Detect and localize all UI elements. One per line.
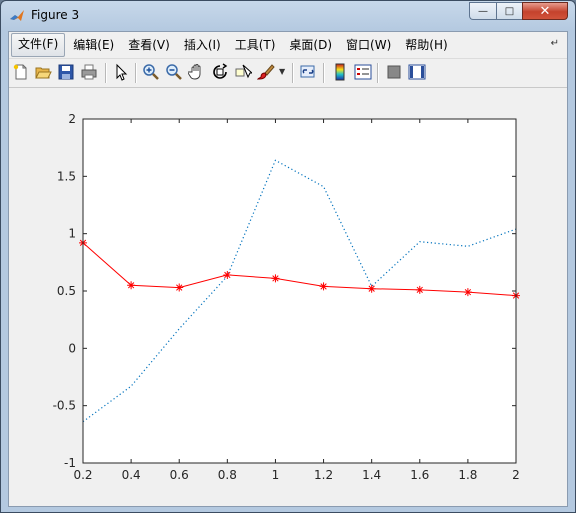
menu-desktop[interactable]: 桌面(D) bbox=[283, 34, 338, 56]
close-button[interactable]: ✕ bbox=[522, 2, 568, 20]
hide-plot-tools-icon[interactable] bbox=[385, 63, 403, 81]
y-tick-label: 0.5 bbox=[57, 284, 76, 298]
line-plot[interactable]: 0.2 0.4 0.6 0.8 1 1.2 1.4 1.6 1.8 2 -1 -0.5 0 0.5 1 1.5… bbox=[9, 88, 567, 506]
toolbar-separator bbox=[135, 63, 137, 83]
x-tick-label: 2 bbox=[512, 468, 520, 482]
pan-hand-icon[interactable] bbox=[188, 63, 206, 81]
rotate-3d-icon[interactable] bbox=[211, 63, 229, 81]
link-plot-icon[interactable] bbox=[299, 63, 317, 81]
data-cursor-icon[interactable] bbox=[234, 63, 252, 81]
toolbar-separator bbox=[105, 63, 107, 83]
show-plot-tools-icon[interactable] bbox=[408, 63, 426, 81]
pointer-icon[interactable] bbox=[112, 63, 130, 81]
y-tick-label: -1 bbox=[64, 456, 76, 470]
figure-canvas: 0.2 0.4 0.6 0.8 1 1.2 1.4 1.6 1.8 2 -1 -0.5 0 0.5 1 1.5… bbox=[9, 88, 567, 506]
x-tick-label: 0.6 bbox=[170, 468, 189, 482]
title-bar[interactable]: Figure 3 — □ ✕ bbox=[1, 1, 575, 31]
save-icon[interactable] bbox=[57, 63, 75, 81]
x-tick-label: 1.4 bbox=[362, 468, 381, 482]
y-tick-label: 1.5 bbox=[57, 169, 76, 183]
print-icon[interactable] bbox=[80, 63, 98, 81]
legend-icon[interactable] bbox=[354, 63, 372, 81]
menu-file[interactable]: 文件(F) bbox=[11, 33, 66, 57]
asterisk-marker bbox=[463, 288, 472, 297]
zoom-out-icon[interactable] bbox=[165, 63, 183, 81]
brush-dropdown-icon[interactable]: ▼ bbox=[279, 67, 285, 76]
maximize-icon: □ bbox=[504, 5, 515, 17]
zoom-in-icon[interactable] bbox=[142, 63, 160, 81]
minimize-button[interactable]: — bbox=[469, 2, 496, 20]
window-title: Figure 3 bbox=[31, 8, 80, 22]
menu-tools[interactable]: 工具(T) bbox=[229, 34, 282, 56]
new-figure-icon[interactable] bbox=[12, 63, 30, 81]
matlab-logo-icon bbox=[10, 10, 24, 21]
x-tick-label: 0.8 bbox=[218, 468, 237, 482]
menu-bar: 文件(F) 编辑(E) 查看(V) 插入(I) 工具(T) 桌面(D) 窗口(W… bbox=[9, 32, 567, 58]
x-tick-label: 0.2 bbox=[73, 468, 92, 482]
x-tick-label: 1.6 bbox=[410, 468, 429, 482]
menu-edit[interactable]: 编辑(E) bbox=[67, 34, 120, 56]
y-tick-label: -0.5 bbox=[53, 399, 76, 413]
minimize-icon: — bbox=[478, 5, 488, 17]
y-tick-label: 1 bbox=[68, 227, 76, 241]
figure-toolbar: ▼ bbox=[9, 58, 567, 88]
y-tick-label: 0 bbox=[68, 341, 76, 355]
colorbar-icon[interactable] bbox=[331, 63, 349, 81]
menu-window[interactable]: 窗口(W) bbox=[340, 34, 397, 56]
figure-window: Figure 3 — □ ✕ 文件(F) 编辑(E) 查看(V) 插入(I) 工… bbox=[0, 0, 576, 513]
menu-help[interactable]: 帮助(H) bbox=[399, 34, 453, 56]
menu-insert[interactable]: 插入(I) bbox=[178, 34, 227, 56]
maximize-button[interactable]: □ bbox=[496, 2, 522, 20]
asterisk-marker bbox=[271, 274, 280, 283]
toolbar-separator bbox=[292, 63, 294, 83]
figure-client-area: 文件(F) 编辑(E) 查看(V) 插入(I) 工具(T) 桌面(D) 窗口(W… bbox=[8, 31, 568, 507]
brush-icon[interactable] bbox=[257, 63, 275, 81]
asterisk-marker bbox=[367, 284, 376, 293]
x-tick-label: 1.2 bbox=[314, 468, 333, 482]
x-tick-label: 0.4 bbox=[122, 468, 141, 482]
window-controls: — □ ✕ bbox=[469, 2, 568, 21]
y-tick-label: 2 bbox=[68, 112, 76, 126]
asterisk-marker bbox=[415, 285, 424, 294]
asterisk-marker bbox=[319, 282, 328, 291]
asterisk-marker bbox=[127, 281, 136, 290]
toolbar-separator bbox=[377, 63, 379, 83]
open-file-icon[interactable] bbox=[34, 63, 52, 81]
asterisk-marker bbox=[175, 283, 184, 292]
close-icon: ✕ bbox=[539, 3, 551, 19]
toolbar-separator bbox=[323, 63, 325, 83]
x-tick-label: 1 bbox=[272, 468, 280, 482]
x-tick-label: 1.8 bbox=[458, 468, 477, 482]
menu-view[interactable]: 查看(V) bbox=[122, 34, 176, 56]
dock-arrow-icon[interactable]: ↵ bbox=[551, 38, 559, 49]
